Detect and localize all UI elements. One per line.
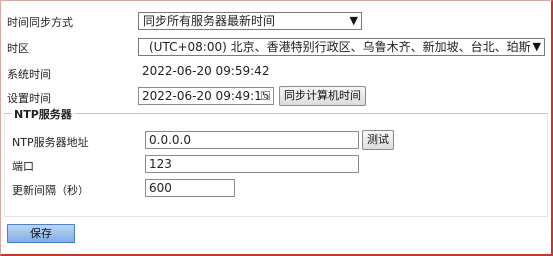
sync-pc-time-button[interactable]: 同步计算机时间	[279, 86, 366, 106]
port-label: 端口	[12, 160, 34, 173]
ntp-section-title: NTP服务器	[12, 106, 74, 122]
calendar-icon[interactable]	[261, 91, 270, 100]
test-button[interactable]: 测试	[362, 130, 394, 150]
ntp-address-input[interactable]: 0.0.0.0	[145, 131, 359, 149]
ntp-address-label: NTP服务器地址	[12, 136, 89, 149]
port-input[interactable]: 123	[145, 155, 359, 173]
system-time-value: 2022-06-20 09:59:42	[142, 64, 270, 78]
ntp-address-value: 0.0.0.0	[149, 133, 191, 147]
sync-mode-value: 同步所有服务器最新时间	[143, 14, 276, 28]
timezone-value: (UTC+08:00) 北京、香港特别行政区、乌鲁木齐、新加坡、台北、珀斯	[149, 40, 531, 54]
sync-mode-label: 时间同步方式	[7, 16, 73, 29]
chevron-down-icon: ▼	[530, 39, 541, 55]
sync-mode-select[interactable]: 同步所有服务器最新时间 ▼	[138, 12, 362, 30]
chevron-down-icon: ▼	[349, 14, 358, 27]
set-time-input[interactable]: 2022-06-20 09:49:15	[138, 87, 274, 105]
port-value: 123	[149, 157, 172, 171]
timezone-label: 时区	[7, 42, 29, 55]
set-time-value: 2022-06-20 09:49:15	[142, 89, 270, 103]
update-interval-input[interactable]: 600	[145, 179, 235, 197]
timezone-select[interactable]: (UTC+08:00) 北京、香港特别行政区、乌鲁木齐、新加坡、台北、珀斯 ▼	[138, 38, 545, 56]
save-button[interactable]: 保存	[7, 224, 75, 243]
set-time-label: 设置时间	[7, 92, 51, 105]
update-interval-value: 600	[149, 181, 172, 195]
update-interval-label: 更新间隔（秒）	[12, 184, 89, 197]
system-time-label: 系统时间	[7, 68, 51, 81]
